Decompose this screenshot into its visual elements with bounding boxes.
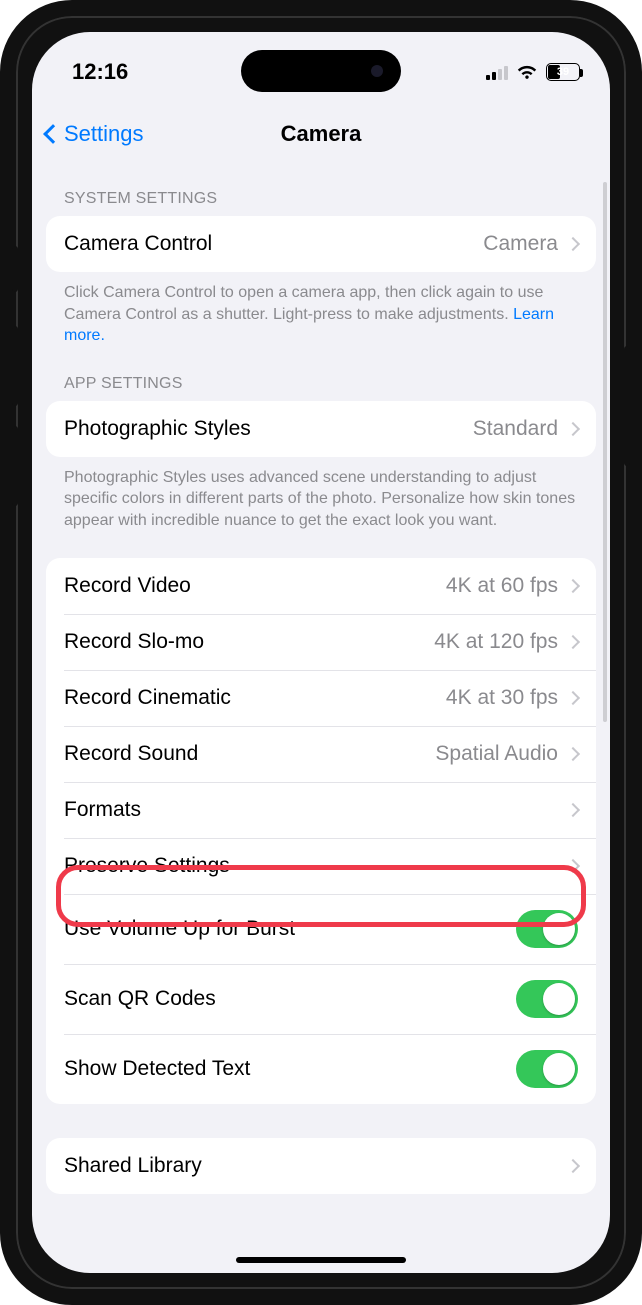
row-label: Photographic Styles — [64, 417, 473, 441]
row-value: 4K at 60 fps — [446, 574, 558, 598]
battery-icon: 39 — [546, 63, 580, 81]
row-label: Record Sound — [64, 742, 435, 766]
row-label: Record Cinematic — [64, 686, 446, 710]
chevron-right-icon — [566, 634, 580, 648]
back-button[interactable]: Settings — [46, 121, 144, 147]
row-record-slomo[interactable]: Record Slo-mo 4K at 120 fps — [46, 614, 596, 670]
row-label: Camera Control — [64, 232, 483, 256]
group-record: Record Video 4K at 60 fps Record Slo-mo … — [46, 558, 596, 1104]
chevron-right-icon — [566, 578, 580, 592]
row-label: Formats — [64, 798, 568, 822]
status-time: 12:16 — [72, 59, 128, 85]
wifi-icon — [516, 63, 538, 81]
screen: 12:16 39 Settings Camera — [32, 32, 610, 1273]
chevron-right-icon — [566, 237, 580, 251]
group-system: Camera Control Camera — [46, 216, 596, 272]
chevron-right-icon — [566, 1158, 580, 1172]
footer-text: Click Camera Control to open a camera ap… — [64, 284, 543, 323]
row-record-video[interactable]: Record Video 4K at 60 fps — [46, 558, 596, 614]
toggle-burst[interactable] — [516, 910, 578, 948]
row-record-cinematic[interactable]: Record Cinematic 4K at 30 fps — [46, 670, 596, 726]
chevron-left-icon — [43, 124, 63, 144]
row-preserve-settings[interactable]: Preserve Settings — [46, 838, 596, 894]
mute-switch — [12, 246, 18, 292]
navigation-bar: Settings Camera — [32, 106, 610, 162]
row-scan-qr-codes[interactable]: Scan QR Codes — [46, 964, 596, 1034]
chevron-right-icon — [566, 690, 580, 704]
volume-up-button — [12, 326, 18, 406]
section-footer-app: Photographic Styles uses advanced scene … — [46, 457, 596, 532]
row-label: Record Slo-mo — [64, 630, 434, 654]
battery-percent: 39 — [557, 66, 569, 78]
row-value: Camera — [483, 232, 558, 256]
side-button — [624, 346, 630, 466]
row-shared-library[interactable]: Shared Library — [46, 1138, 596, 1194]
home-indicator[interactable] — [236, 1257, 406, 1263]
status-icons: 39 — [486, 63, 580, 81]
toggle-qr[interactable] — [516, 980, 578, 1018]
row-show-detected-text[interactable]: Show Detected Text — [46, 1034, 596, 1104]
cellular-icon — [486, 64, 508, 80]
chevron-right-icon — [566, 858, 580, 872]
phone-frame: 12:16 39 Settings Camera — [0, 0, 642, 1305]
row-value: 4K at 120 fps — [434, 630, 558, 654]
section-footer-system: Click Camera Control to open a camera ap… — [46, 272, 596, 347]
row-label: Record Video — [64, 574, 446, 598]
chevron-right-icon — [566, 746, 580, 760]
volume-down-button — [12, 426, 18, 506]
row-label: Show Detected Text — [64, 1057, 516, 1081]
row-value: 4K at 30 fps — [446, 686, 558, 710]
row-value: Spatial Audio — [435, 742, 558, 766]
row-label: Preserve Settings — [64, 854, 568, 878]
dynamic-island — [241, 50, 401, 92]
row-label: Use Volume Up for Burst — [64, 917, 516, 941]
group-shared: Shared Library — [46, 1138, 596, 1194]
chevron-right-icon — [566, 802, 580, 816]
section-header-system: SYSTEM SETTINGS — [46, 172, 596, 216]
row-photographic-styles[interactable]: Photographic Styles Standard — [46, 401, 596, 457]
row-camera-control[interactable]: Camera Control Camera — [46, 216, 596, 272]
content: SYSTEM SETTINGS Camera Control Camera Cl… — [32, 162, 610, 1273]
group-app: Photographic Styles Standard — [46, 401, 596, 457]
row-label: Scan QR Codes — [64, 987, 516, 1011]
row-volume-up-burst[interactable]: Use Volume Up for Burst — [46, 894, 596, 964]
toggle-detected-text[interactable] — [516, 1050, 578, 1088]
row-value: Standard — [473, 417, 558, 441]
section-header-app: APP SETTINGS — [46, 347, 596, 401]
row-formats[interactable]: Formats — [46, 782, 596, 838]
chevron-right-icon — [566, 422, 580, 436]
back-label: Settings — [64, 121, 144, 147]
row-label: Shared Library — [64, 1154, 568, 1178]
page-title: Camera — [281, 121, 362, 147]
row-record-sound[interactable]: Record Sound Spatial Audio — [46, 726, 596, 782]
